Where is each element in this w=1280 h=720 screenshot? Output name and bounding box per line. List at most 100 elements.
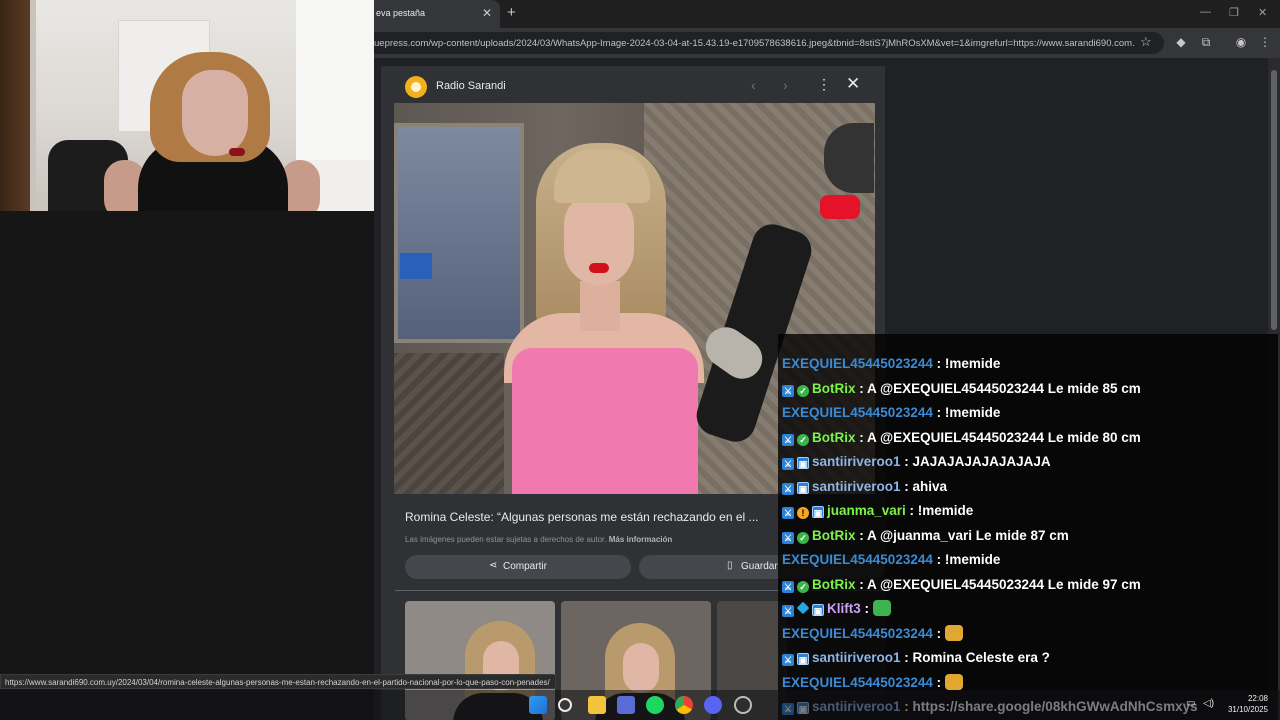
chat-username[interactable]: BotRix xyxy=(812,577,856,592)
chat-message-text: A @EXEQUIEL45445023244 Le mide 80 cm xyxy=(867,429,1141,445)
moderator-badge-icon: ⚔ xyxy=(782,433,794,446)
stream-chat-overlay: EXEQUIEL45445023244 : !memide ⚔ ✓ BotRix : … xyxy=(778,334,1278,720)
moderator-badge-icon: ⚔ xyxy=(782,507,794,519)
volume-icon[interactable]: ◁) xyxy=(1203,698,1214,709)
chat-username[interactable]: EXEQUIEL45445023244 xyxy=(782,356,933,371)
verified-badge-icon: ✓ xyxy=(797,384,809,397)
link-status-url: https://www.sarandi690.com.uy/2024/03/04… xyxy=(0,674,556,689)
scrollbar-thumb[interactable] xyxy=(1271,70,1277,330)
chat-message: ⚔ ▣ santiiriveroo1 : JAJAJAJAJAJAJAJA xyxy=(782,454,1051,470)
copyright-notice: Las imágenes pueden estar sujetas a dere… xyxy=(405,535,673,544)
minimize-icon[interactable]: — xyxy=(1200,6,1211,18)
subscriber-badge-icon: ▣ xyxy=(797,653,809,665)
chat-username[interactable]: santiiriveroo1 xyxy=(812,454,901,469)
chat-message-text: JAJAJAJAJAJAJAJA xyxy=(912,454,1051,469)
obs-icon[interactable] xyxy=(734,696,752,714)
chat-username[interactable]: BotRix xyxy=(812,381,856,396)
moderator-badge-icon: ⚔ xyxy=(782,458,794,470)
chat-message: EXEQUIEL45445023244 : xyxy=(782,623,963,645)
start-windows-icon[interactable] xyxy=(529,696,547,714)
store-icon[interactable] xyxy=(617,696,635,714)
profile-icon[interactable]: ◉ xyxy=(1234,35,1248,49)
moderator-badge-icon: ⚔ xyxy=(782,531,794,544)
discord-icon[interactable] xyxy=(704,696,722,714)
extensions-icon[interactable]: ⧉ xyxy=(1199,35,1213,49)
og-badge-icon: ! xyxy=(797,507,809,519)
tab-close-icon[interactable]: ✕ xyxy=(482,6,492,20)
restore-icon[interactable]: ❐ xyxy=(1229,6,1239,19)
subscriber-badge-icon: ▣ xyxy=(812,506,824,518)
address-bar[interactable]: uepress.com/wp-content/uploads/2024/03/W… xyxy=(374,32,1164,54)
network-icon[interactable]: ▭ xyxy=(1186,698,1195,709)
webcam-door xyxy=(0,0,30,211)
verified-badge-icon: ✓ xyxy=(797,580,809,593)
chat-username[interactable]: santiiriveroo1 xyxy=(812,650,901,665)
source-logo-icon xyxy=(405,76,427,98)
moderator-badge-icon: ⚔ xyxy=(782,654,794,666)
next-image-icon[interactable]: › xyxy=(783,77,788,93)
chat-message-text: !memide xyxy=(944,552,1001,567)
chat-username[interactable]: EXEQUIEL45445023244 xyxy=(782,552,933,567)
tab-title: eva pestaña xyxy=(376,8,426,18)
spotify-icon[interactable] xyxy=(646,696,664,714)
more-options-icon[interactable]: ⋮ xyxy=(817,76,831,93)
chat-username[interactable]: BotRix xyxy=(812,528,856,543)
chat-message-text: A @EXEQUIEL45445023244 Le mide 97 cm xyxy=(867,576,1141,592)
close-window-icon[interactable]: ✕ xyxy=(1258,6,1267,19)
browser-tab[interactable]: eva pestaña ✕ xyxy=(374,0,500,28)
chat-emote-icon xyxy=(944,673,963,690)
chat-message-text: A @EXEQUIEL45445023244 Le mide 85 cm xyxy=(867,380,1141,396)
moderator-badge-icon: ⚔ xyxy=(782,482,794,495)
extension-puzzle-icon[interactable]: ◆ xyxy=(1174,35,1188,49)
browser-toolbar: uepress.com/wp-content/uploads/2024/03/W… xyxy=(374,28,1280,58)
chat-message: EXEQUIEL45445023244 : !memide xyxy=(782,356,1001,371)
moderator-badge-icon: ⚔ xyxy=(782,580,794,593)
webcam-window xyxy=(296,0,374,160)
subscriber-badge-icon: ▣ xyxy=(797,457,809,469)
chat-message: ⚔! ▣ juanma_vari : !memide xyxy=(782,503,974,519)
chat-username[interactable]: EXEQUIEL45445023244 xyxy=(782,405,933,420)
chat-username[interactable]: BotRix xyxy=(812,430,856,445)
bookmark-star-icon[interactable]: ☆ xyxy=(1140,34,1152,50)
chat-message-text: !memide xyxy=(917,503,974,518)
chat-line-partial xyxy=(782,334,786,342)
taskbar xyxy=(0,690,1280,720)
chat-message: ⚔ ✓ BotRix : A @EXEQUIEL45445023244 Le mid… xyxy=(782,380,1141,397)
chat-message: ⚔ ▣ santiiriveroo1 : Romina Celeste era ? xyxy=(782,650,1050,666)
chat-message: EXEQUIEL45445023244 : !memide xyxy=(782,405,1001,420)
chat-message: ⚔ ▣ santiiriveroo1 : ahiva xyxy=(782,478,948,495)
tab-strip: eva pestaña ✕ + — ❐ ✕ xyxy=(374,0,1280,28)
close-viewer-icon[interactable]: ✕ xyxy=(846,74,860,94)
new-tab-icon[interactable]: + xyxy=(507,4,516,21)
subscriber-badge-icon: ▣ xyxy=(797,481,809,494)
chat-username[interactable]: juanma_vari xyxy=(827,503,906,518)
search-icon[interactable] xyxy=(558,698,572,712)
chat-message-text: ahiva xyxy=(912,478,948,494)
webcam-person-face xyxy=(182,70,248,156)
chat-username[interactable]: EXEQUIEL45445023244 xyxy=(782,626,933,641)
subscriber-badge-icon: ▣ xyxy=(812,604,824,616)
image-title[interactable]: Romina Celeste: “Algunas personas me est… xyxy=(405,510,759,524)
chat-username[interactable]: Klift3 xyxy=(827,601,861,616)
file-explorer-icon[interactable] xyxy=(588,696,606,714)
moderator-badge-icon: ⚔ xyxy=(782,384,794,397)
taskbar-clock[interactable]: 22:08 31/10/2025 xyxy=(1222,693,1268,715)
address-url[interactable]: uepress.com/wp-content/uploads/2024/03/W… xyxy=(374,38,1134,49)
chat-message: ⚔ ▣ Klift3 : xyxy=(782,598,891,620)
prev-image-icon[interactable]: ‹ xyxy=(751,77,756,93)
chat-message: ⚔ ✓ BotRix : A @EXEQUIEL45445023244 Le mid… xyxy=(782,576,1141,593)
moderator-badge-icon: ⚔ xyxy=(782,605,794,617)
more-info-link[interactable]: Más información xyxy=(609,535,673,544)
chat-message: ⚔ ✓ BotRix : A @EXEQUIEL45445023244 Le mid… xyxy=(782,429,1141,446)
cube-badge-icon xyxy=(796,601,810,615)
menu-kebab-icon[interactable]: ⋮ xyxy=(1258,35,1272,49)
chrome-icon[interactable] xyxy=(675,696,693,714)
share-button[interactable]: ⋖ Compartir xyxy=(405,555,631,579)
chat-username[interactable]: EXEQUIEL45445023244 xyxy=(782,675,933,690)
source-name[interactable]: Radio Sarandi xyxy=(436,80,506,92)
share-icon: ⋖ xyxy=(489,560,498,571)
bookmark-icon: ▯ xyxy=(727,560,733,571)
chat-message-text: Romina Celeste era ? xyxy=(912,650,1050,665)
chat-message-text: A @juanma_vari Le mide 87 cm xyxy=(867,527,1069,543)
chat-username[interactable]: santiiriveroo1 xyxy=(812,479,901,494)
